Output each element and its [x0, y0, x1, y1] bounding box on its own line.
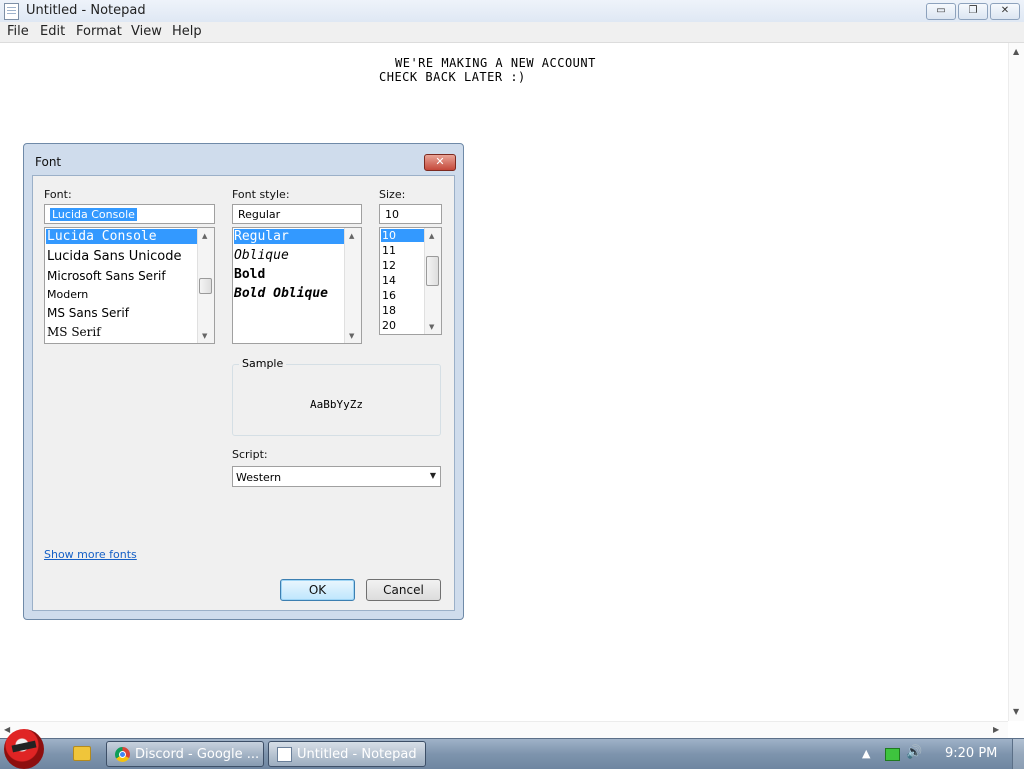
- script-label: Script:: [232, 448, 268, 461]
- dialog-title: Font: [35, 155, 62, 169]
- editor-line: CHECK BACK LATER :): [379, 70, 526, 84]
- scroll-up-icon[interactable]: ▲: [349, 232, 354, 240]
- scroll-down-icon[interactable]: ▼: [1013, 707, 1019, 716]
- notepad-icon: [4, 3, 19, 20]
- window-title: Untitled - Notepad: [26, 3, 146, 18]
- scroll-up-icon[interactable]: ▲: [429, 232, 434, 240]
- menu-help[interactable]: Help: [172, 24, 202, 39]
- font-style-scrollbar[interactable]: ▲ ▼: [344, 228, 361, 343]
- taskbar: Discord - Google ... Untitled - Notepad …: [0, 729, 1024, 769]
- clock[interactable]: 9:20 PM: [945, 746, 997, 761]
- close-button[interactable]: ✕: [990, 3, 1020, 20]
- font-name-input[interactable]: Lucida Console: [44, 204, 215, 224]
- editor-line: WE'RE MAKING A NEW ACCOUNT: [395, 56, 596, 70]
- scroll-thumb[interactable]: [426, 256, 439, 286]
- restore-button[interactable]: ❐: [958, 3, 988, 20]
- size-list-item[interactable]: 12: [381, 259, 396, 272]
- dialog-close-button[interactable]: ✕: [424, 154, 456, 171]
- scroll-down-icon[interactable]: ▼: [202, 332, 207, 340]
- show-more-fonts-link[interactable]: Show more fonts: [44, 548, 137, 561]
- font-list-item[interactable]: Modern: [46, 288, 88, 301]
- scroll-left-icon[interactable]: ◀: [4, 725, 10, 734]
- font-list-item[interactable]: MS Serif: [46, 325, 101, 339]
- sample-text: AaBbYyZz: [310, 398, 363, 411]
- notepad-icon: [277, 747, 292, 762]
- taskbar-item-notepad[interactable]: Untitled - Notepad: [268, 741, 426, 767]
- title-bar: Untitled - Notepad ▭ ❐ ✕: [0, 0, 1024, 23]
- menu-edit[interactable]: Edit: [40, 24, 65, 39]
- scroll-up-icon[interactable]: ▲: [1013, 47, 1019, 56]
- minimize-button[interactable]: ▭: [926, 3, 956, 20]
- size-list-item[interactable]: 10: [381, 229, 424, 242]
- font-name-value: Lucida Console: [50, 208, 137, 221]
- menu-file[interactable]: File: [7, 24, 29, 39]
- volume-icon[interactable]: 🔊: [906, 745, 922, 760]
- taskbar-item-label: Discord - Google ...: [135, 747, 260, 762]
- chevron-down-icon: ▼: [429, 471, 436, 480]
- menu-format[interactable]: Format: [76, 24, 122, 39]
- size-list-scrollbar[interactable]: ▲ ▼: [424, 228, 441, 334]
- horizontal-scrollbar[interactable]: ◀ ▶: [0, 721, 1008, 738]
- start-button[interactable]: [4, 729, 44, 769]
- font-style-input[interactable]: Regular: [232, 204, 362, 224]
- font-dialog: Font ✕ Font: Lucida Console Lucida Conso…: [23, 143, 464, 620]
- dialog-body: Font: Lucida Console Lucida Console Luci…: [32, 175, 455, 611]
- show-desktop-button[interactable]: [1012, 739, 1024, 769]
- font-label: Font:: [44, 188, 72, 201]
- size-input[interactable]: 10: [379, 204, 442, 224]
- font-style-label: Font style:: [232, 188, 290, 201]
- menu-view[interactable]: View: [131, 24, 162, 39]
- scroll-down-icon[interactable]: ▼: [429, 323, 434, 331]
- scroll-up-icon[interactable]: ▲: [202, 232, 207, 240]
- size-list-item[interactable]: 20: [381, 319, 396, 332]
- size-list[interactable]: 10 11 12 14 16 18 20 ▲ ▼: [379, 227, 442, 335]
- chrome-icon: [115, 747, 130, 762]
- scroll-right-icon[interactable]: ▶: [993, 725, 999, 734]
- cancel-button[interactable]: Cancel: [366, 579, 441, 601]
- tray-expand-icon[interactable]: ▲: [862, 747, 870, 760]
- scroll-thumb[interactable]: [199, 278, 212, 294]
- vertical-scrollbar[interactable]: ▲ ▼: [1008, 43, 1024, 721]
- script-value: Western: [236, 471, 282, 484]
- script-select[interactable]: Western ▼: [232, 466, 441, 487]
- font-style-item[interactable]: Bold Oblique: [234, 286, 328, 301]
- sample-label: Sample: [239, 357, 287, 370]
- font-list-scrollbar[interactable]: ▲ ▼: [197, 228, 214, 343]
- size-list-item[interactable]: 14: [381, 274, 396, 287]
- menu-bar: File Edit Format View Help: [0, 22, 1024, 43]
- sample-group: Sample AaBbYyZz: [232, 357, 441, 436]
- font-list-item[interactable]: MS Sans Serif: [46, 306, 129, 320]
- font-style-item[interactable]: Regular: [234, 229, 344, 244]
- size-list-item[interactable]: 11: [381, 244, 396, 257]
- size-list-item[interactable]: 18: [381, 304, 396, 317]
- network-icon[interactable]: [885, 748, 900, 761]
- ok-button[interactable]: OK: [280, 579, 355, 601]
- font-list-item[interactable]: Lucida Console: [46, 229, 198, 244]
- taskbar-item-discord[interactable]: Discord - Google ...: [106, 741, 264, 767]
- size-list-item[interactable]: 16: [381, 289, 396, 302]
- font-list[interactable]: Lucida Console Lucida Sans Unicode Micro…: [44, 227, 215, 344]
- font-style-item[interactable]: Bold: [234, 267, 265, 282]
- size-label: Size:: [379, 188, 406, 201]
- font-list-item[interactable]: Microsoft Sans Serif: [46, 269, 166, 283]
- font-list-item[interactable]: Lucida Sans Unicode: [46, 249, 181, 264]
- font-style-list[interactable]: Regular Oblique Bold Bold Oblique ▲ ▼: [232, 227, 362, 344]
- taskbar-item-label: Untitled - Notepad: [297, 747, 417, 762]
- folder-icon[interactable]: [73, 746, 91, 761]
- font-style-item[interactable]: Oblique: [234, 248, 289, 263]
- scroll-down-icon[interactable]: ▼: [349, 332, 354, 340]
